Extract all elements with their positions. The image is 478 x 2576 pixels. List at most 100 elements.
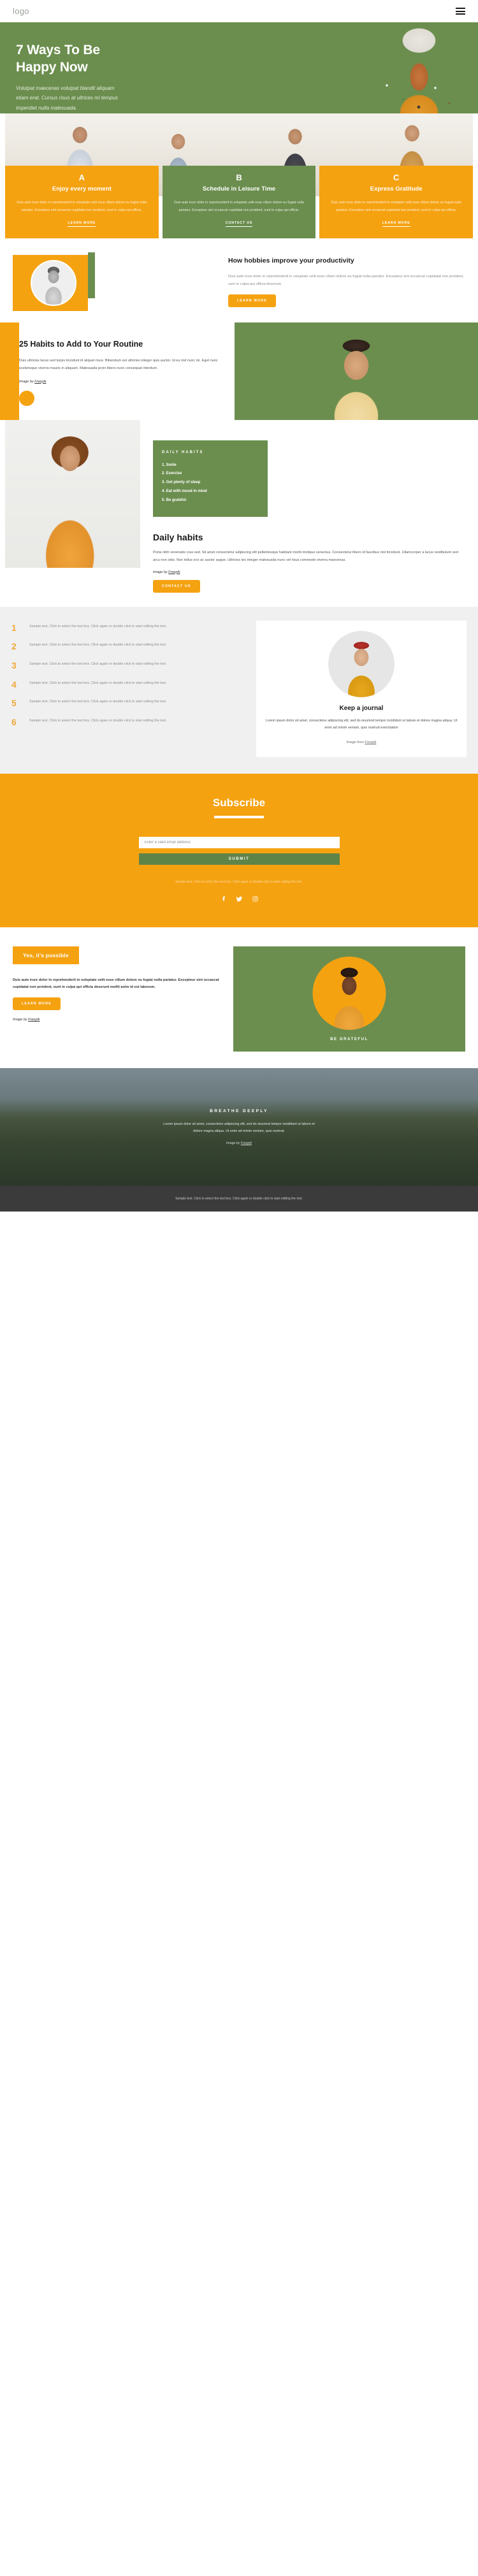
journal-body: Lorem ipsum dolor sit amet, consectetur … — [265, 718, 458, 730]
possible-green-panel: BE GRATEFUL — [233, 946, 465, 1052]
abc-section: A Enjoy every moment Duis aute irure dol… — [0, 113, 478, 238]
daily-habits-contact-button[interactable]: CONTACT US — [153, 579, 200, 593]
subscribe-section: Subscribe SUBMIT Sample text. Click to s… — [0, 773, 478, 927]
daily-habits-title: Daily habits — [153, 532, 203, 542]
hobbies-learn-more-button[interactable]: LEARN MORE — [228, 294, 276, 308]
abc-card-b: B Schedule in Leisure Time Duis aute iru… — [162, 166, 316, 238]
subscribe-form: SUBMIT — [138, 835, 340, 865]
abc-link[interactable]: LEARN MORE — [68, 221, 96, 227]
credit-link[interactable]: Freepik — [34, 380, 46, 384]
abc-link[interactable]: LEARN MORE — [382, 221, 410, 227]
daily-habits-credit: Image by Freepik — [153, 570, 465, 574]
credit-link[interactable]: Freepik — [365, 741, 376, 744]
breathe-eyebrow: BREATHE DEEPLY — [210, 1108, 268, 1113]
list-item: 1. Smile — [162, 463, 177, 467]
daily-habits-section: DAILY HABITS 1. Smile 2. Exercise 3. Get… — [0, 419, 478, 607]
list-item: 2 Sample text. Click to select the text … — [11, 642, 247, 651]
habits25-credit: Image by Freepik — [19, 380, 221, 384]
hobbies-portrait — [31, 259, 76, 306]
breathe-section: BREATHE DEEPLY Lorem ipsum dolor sit ame… — [0, 1067, 478, 1186]
list-number: 2 — [11, 641, 17, 652]
list-item: 5. Be grateful — [162, 498, 187, 502]
abc-body: Duis aute irure dolor in reprehenderit i… — [17, 201, 147, 213]
habits25-image — [235, 322, 478, 420]
facebook-icon[interactable] — [220, 894, 227, 906]
abc-letter: C — [393, 173, 400, 182]
possible-section: Yes, it's possible Duis aute irure dolor… — [0, 927, 478, 1068]
subscribe-divider — [214, 815, 264, 818]
list-item: 3. Get plenty of sleep — [162, 481, 201, 485]
hamburger-menu-icon[interactable] — [456, 8, 465, 15]
footer-text: Sample text. Click to select the text bo… — [175, 1196, 303, 1201]
daily-habits-eyebrow: DAILY HABITS — [162, 450, 204, 454]
submit-button[interactable]: SUBMIT — [138, 853, 340, 865]
hero-section: 7 Ways To Be Happy Now Volutpat maecenas… — [0, 22, 478, 113]
abc-card-c: C Express Gratitude Duis aute irure dolo… — [319, 166, 474, 238]
abc-body: Duis aute irure dolor in reprehenderit i… — [173, 201, 305, 213]
hero-title-line1: 7 Ways To Be — [16, 43, 100, 57]
logo[interactable]: logo — [13, 6, 29, 16]
possible-badge: Yes, it's possible — [13, 946, 79, 964]
list-number: 4 — [11, 679, 17, 690]
credit-prefix: Image by — [153, 570, 169, 574]
habits25-image-panel — [235, 322, 478, 420]
list-item: 3 Sample text. Click to select the text … — [11, 661, 247, 670]
daily-habits-list-card: DAILY HABITS 1. Smile 2. Exercise 3. Get… — [153, 440, 268, 517]
possible-credit: Image by Freepik — [13, 1018, 223, 1022]
list-text: Sample text. Click to select the text bo… — [29, 643, 167, 648]
list-text: Sample text. Click to select the text bo… — [29, 624, 167, 628]
possible-learn-more-button[interactable]: LEARN MORE — [13, 997, 61, 1011]
credit-prefix: Image by — [19, 379, 35, 384]
list-text: Sample text. Click to select the text bo… — [29, 681, 167, 685]
abc-card-a: A Enjoy every moment Duis aute irure dol… — [5, 166, 159, 238]
sample-list-section: 1 Sample text. Click to select the text … — [0, 606, 478, 774]
instagram-icon[interactable] — [252, 894, 259, 906]
list-text: Sample text. Click to select the text bo… — [29, 719, 167, 723]
journal-credit: Image from Freepik — [265, 741, 458, 744]
possible-caption: BE GRATEFUL — [330, 1037, 368, 1041]
hobbies-green-bar — [88, 252, 95, 298]
site-header: logo — [0, 0, 478, 22]
abc-link[interactable]: CONTACT US — [225, 221, 253, 227]
hobbies-section: How hobbies improve your productivity Du… — [0, 238, 478, 322]
list-number: 5 — [11, 698, 17, 709]
site-footer: Sample text. Click to select the text bo… — [0, 1185, 478, 1212]
abc-title: Enjoy every moment — [52, 185, 112, 193]
list-item: 6 Sample text. Click to select the text … — [11, 718, 247, 727]
credit-link[interactable]: Freepik — [241, 1141, 252, 1145]
abc-card-row: A Enjoy every moment Duis aute irure dol… — [0, 166, 478, 238]
credit-link[interactable]: Freepik — [28, 1018, 40, 1022]
list-number: 6 — [11, 717, 17, 728]
journal-title: Keep a journal — [339, 704, 384, 712]
hero-title: 7 Ways To Be Happy Now — [16, 42, 191, 76]
list-number: 1 — [11, 622, 17, 633]
list-item: 5 Sample text. Click to select the text … — [11, 698, 247, 708]
email-field[interactable] — [138, 836, 340, 848]
abc-letter: A — [78, 173, 85, 182]
abc-title: Express Gratitude — [370, 185, 423, 193]
credit-prefix: Image by — [226, 1141, 241, 1145]
daily-habits-body: Porta nibh venenatis cras sed. Sit amet … — [153, 550, 458, 562]
hero-image — [373, 22, 465, 113]
journal-card: Keep a journal Lorem ipsum dolor sit ame… — [256, 620, 467, 757]
possible-image — [312, 956, 386, 1030]
credit-link[interactable]: Freepik — [168, 570, 180, 574]
landing-page: logo 7 Ways To Be Happy Now Volutpat mae… — [0, 0, 478, 1212]
hobbies-title: How hobbies improve your productivity — [228, 256, 354, 264]
credit-prefix: Image by — [13, 1018, 29, 1022]
hero-title-line2: Happy Now — [16, 59, 88, 75]
hero-lead: Volutpat maecenas volutpat blandit aliqu… — [16, 85, 119, 111]
habits25-body: Duis ultricies lacus sed turpis tincidun… — [19, 358, 218, 371]
numbered-list: 1 Sample text. Click to select the text … — [11, 621, 247, 757]
daily-habits-image — [5, 419, 140, 568]
list-number: 3 — [11, 660, 17, 670]
habits25-orange-dot — [19, 390, 34, 406]
list-text: Sample text. Click to select the text bo… — [29, 700, 167, 704]
list-text: Sample text. Click to select the text bo… — [29, 662, 167, 666]
twitter-icon[interactable] — [236, 894, 243, 906]
social-links — [0, 894, 478, 906]
habits25-orange-strip — [0, 322, 19, 420]
list-item: 2. Exercise — [162, 472, 182, 476]
daily-habits-list: 1. Smile 2. Exercise 3. Get plenty of sl… — [162, 461, 259, 505]
possible-body: Duis aute irure dolor in reprehenderit i… — [13, 978, 219, 990]
